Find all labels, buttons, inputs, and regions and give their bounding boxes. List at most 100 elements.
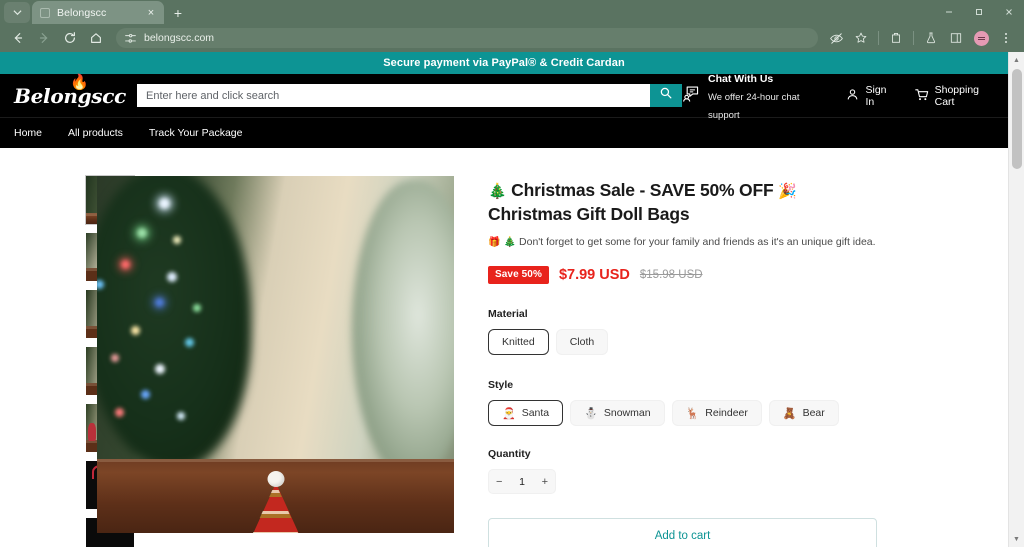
product-compare-price: $15.98 USD [639,269,703,281]
gallery-main [97,176,454,547]
site-settings-icon[interactable] [124,32,137,45]
material-options: Knitted Cloth [488,329,878,355]
add-to-cart-button[interactable]: Add to cart [488,518,877,547]
product-main-image[interactable] [97,176,454,533]
new-tab-button[interactable]: + [167,2,189,23]
style-options: 🎅 Santa ⛄ Snowman 🦌 Reindeer 🧸 Bear [488,400,878,426]
split-screen-icon[interactable] [944,26,968,50]
style-option-bear[interactable]: 🧸 Bear [768,400,839,426]
sign-in-link[interactable]: Sign In [846,84,893,108]
search-button[interactable] [650,84,682,107]
tab-strip: Belongscc × + [0,0,934,24]
toolbar-divider [878,31,879,45]
christmas-tree-emoji-icon: 🎄 [488,182,507,200]
material-option-knitted[interactable]: Knitted [488,329,549,355]
browser-tab[interactable]: Belongscc × [32,1,164,24]
reindeer-emoji-icon: 🦌 [685,406,700,420]
style-label: Style [488,379,514,391]
page-scrollbar[interactable]: ▲ ▼ [1008,52,1024,547]
bear-emoji-icon: 🧸 [782,406,797,420]
material-option-label: Cloth [569,336,595,348]
chat-subtitle: We offer 24-hour chat support [708,91,800,121]
style-option-group: Style 🎅 Santa ⛄ Snowman 🦌 Reindeer 🧸 Bea… [488,379,878,426]
page-content: Secure payment via PayPal® & Credit Card… [0,52,1008,547]
scroll-up-arrow-icon[interactable]: ▲ [1009,52,1024,68]
settings-and-more-icon[interactable] [994,26,1018,50]
close-window-button[interactable] [994,0,1024,24]
search-icon [659,86,673,105]
user-icon [846,88,859,104]
profile-avatar-icon[interactable] [969,26,993,50]
scrollbar-thumb[interactable] [1012,69,1022,169]
product-photo-art [97,176,454,533]
gift-emoji-icon: 🎁 🎄 [488,237,517,248]
window-controls [934,0,1024,24]
quantity-label: Quantity [488,448,531,460]
product-title: 🎄 Christmas Sale - SAVE 50% OFF 🎉 Christ… [488,179,878,226]
save-badge: Save 50% [488,266,549,284]
material-option-cloth[interactable]: Cloth [555,329,609,355]
chat-with-us[interactable]: Chat With Us We offer 24-hour chat suppo… [682,69,820,123]
bookmark-star-icon[interactable] [849,26,873,50]
home-icon[interactable] [84,26,108,50]
quantity-increase-button[interactable]: + [542,476,548,488]
product-subtitle: 🎁 🎄 Don't forget to get some for your fa… [488,235,878,250]
search-box [137,84,682,107]
product-title-line2: Christmas Gift Doll Bags [488,204,690,224]
product-info: 🎄 Christmas Sale - SAVE 50% OFF 🎉 Christ… [488,176,878,547]
style-option-santa[interactable]: 🎅 Santa [488,400,564,426]
style-option-reindeer[interactable]: 🦌 Reindeer [671,400,762,426]
material-option-label: Knitted [502,336,535,348]
site-logo[interactable]: Belongscc 🔥 [14,73,126,108]
chat-bubble-icon [682,84,701,108]
page-viewport: Secure payment via PayPal® & Credit Card… [0,52,1024,547]
santa-emoji-icon: 🎅 [502,406,516,420]
search-input[interactable] [137,84,650,107]
scroll-down-arrow-icon[interactable]: ▼ [1009,531,1024,547]
reload-icon[interactable] [58,26,82,50]
avatar [973,30,989,46]
style-option-label: Bear [802,407,825,419]
style-option-label: Snowman [603,407,651,419]
tab-favicon-icon [40,7,50,18]
cart-icon [914,87,929,105]
cart-label: Shopping Cart [934,83,979,108]
sign-in-label: Sign In [865,83,887,108]
browser-essentials-icon[interactable] [919,26,943,50]
shopping-cart-link[interactable]: Shopping Cart [914,84,994,108]
minimize-button[interactable] [934,0,964,24]
nav-item-all-products[interactable]: All products [68,127,123,139]
chat-title: Chat With Us [708,72,774,85]
maximize-button[interactable] [964,0,994,24]
style-option-label: Reindeer [705,407,748,419]
gallery-thumbnails [0,175,135,547]
product-price: $7.99 USD [558,267,630,283]
back-arrow-left-icon[interactable] [6,26,30,50]
tracking-prevention-icon[interactable] [824,26,848,50]
url-text: belongscc.com [144,32,215,44]
quantity-stepper[interactable]: − 1 + [488,469,556,494]
tab-close-icon[interactable]: × [144,6,158,20]
product-subtitle-text: Don't forget to get some for your family… [519,236,876,248]
toolbar-right-icons [824,26,1018,50]
tab-actions-chevron-down-icon[interactable] [4,2,30,23]
style-option-snowman[interactable]: ⛄ Snowman [570,400,665,426]
style-option-label: Santa [521,407,550,419]
product-section: 🎄 Christmas Sale - SAVE 50% OFF 🎉 Christ… [0,148,1008,547]
snowman-emoji-icon: ⛄ [584,406,598,420]
party-popper-emoji-icon: 🎉 [778,182,797,200]
nav-item-home[interactable]: Home [14,127,42,139]
collections-icon[interactable] [884,26,908,50]
quantity-value[interactable]: 1 [519,476,525,488]
quantity-decrease-button[interactable]: − [496,476,502,488]
nav-item-track-your-package[interactable]: Track Your Package [149,127,243,139]
browser-titlebar: Belongscc × + [0,0,1024,24]
price-row: Save 50% $7.99 USD $15.98 USD [488,266,878,284]
chat-text: Chat With Us We offer 24-hour chat suppo… [708,69,820,123]
browser-toolbar: belongscc.com [0,24,1024,52]
toolbar-divider [913,31,914,45]
material-option-group: Material Knitted Cloth [488,308,878,355]
header-right: Chat With Us We offer 24-hour chat suppo… [682,69,994,123]
address-bar[interactable]: belongscc.com [116,28,818,48]
forward-arrow-right-icon [32,26,56,50]
